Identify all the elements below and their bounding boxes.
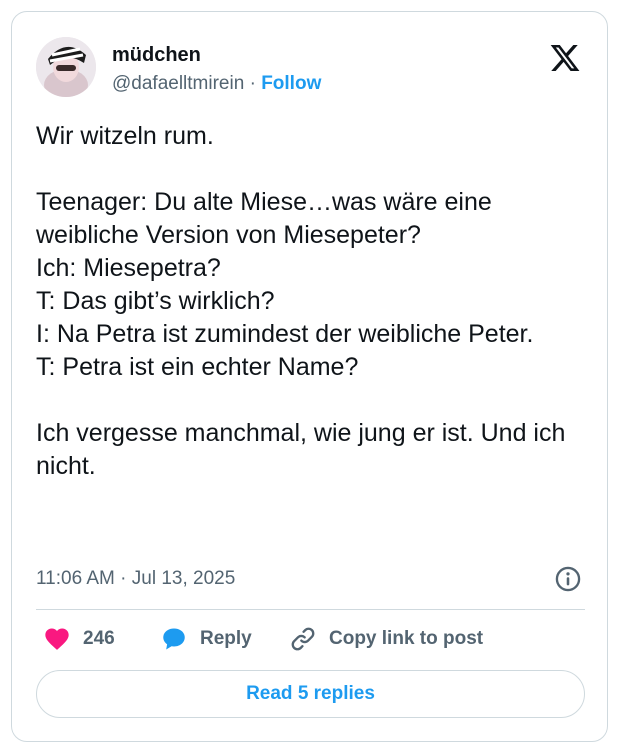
reply-label: Reply xyxy=(200,628,252,649)
tweet-text: Wir witzeln rum. Teenager: Du alte Miese… xyxy=(36,122,566,480)
like-button[interactable]: 246 xyxy=(43,624,115,654)
read-replies-button[interactable]: Read 5 replies xyxy=(36,670,585,718)
copy-link-label: Copy link to post xyxy=(329,628,484,649)
speech-bubble-icon xyxy=(163,628,185,650)
reply-button[interactable]: Reply xyxy=(160,624,252,654)
action-bar: 246 Reply Copy link to post xyxy=(36,624,585,654)
like-count: 246 xyxy=(83,628,115,649)
author-display-name[interactable]: müdchen xyxy=(112,43,201,67)
tweet-embed-card: müdchen @dafaelltmirein · Follow Wir wit… xyxy=(11,11,608,742)
author-handle-row: @dafaelltmirein · Follow xyxy=(112,72,321,96)
avatar-image xyxy=(36,37,96,97)
tweet-timestamp[interactable]: 11:06 AM · Jul 13, 2025 xyxy=(36,567,235,591)
heart-icon xyxy=(45,628,69,650)
author-handle[interactable]: @dafaelltmirein xyxy=(112,73,244,94)
avatar[interactable] xyxy=(36,37,96,97)
divider xyxy=(36,609,585,610)
separator-dot: · xyxy=(249,73,256,94)
link-icon xyxy=(291,627,315,651)
follow-button[interactable]: Follow xyxy=(261,73,321,94)
copy-link-button[interactable]: Copy link to post xyxy=(289,624,483,654)
x-logo-icon[interactable] xyxy=(548,42,582,74)
info-icon[interactable] xyxy=(554,565,582,593)
